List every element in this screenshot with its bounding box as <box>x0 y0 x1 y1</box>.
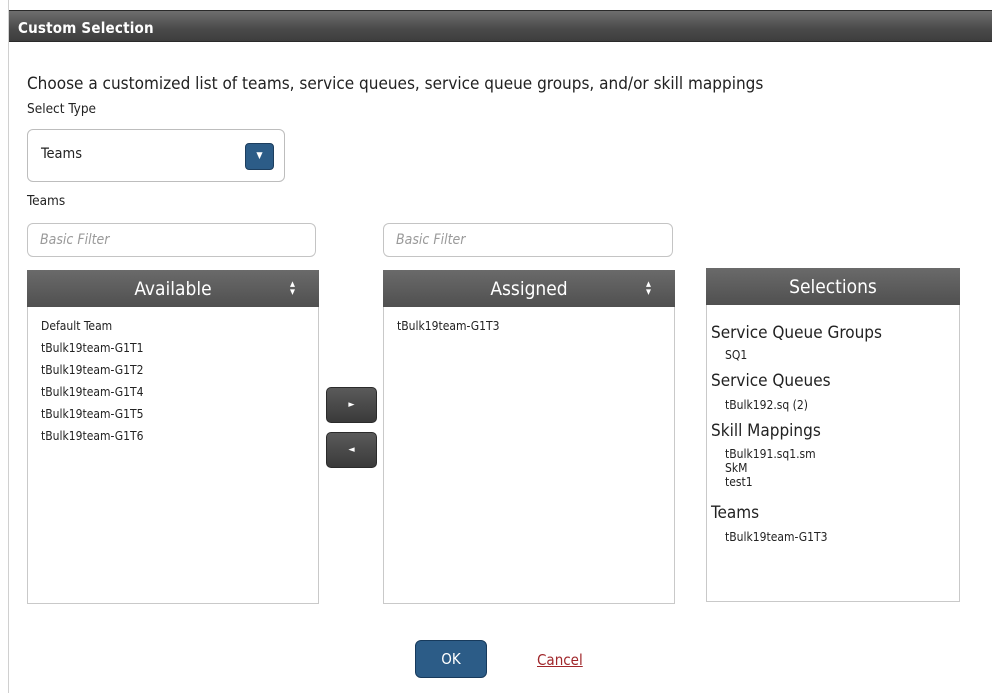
selection-item: tBulk191.sq1.sm <box>725 447 816 461</box>
selection-group-title: Skill Mappings <box>711 421 821 441</box>
selection-group-title: Service Queue Groups <box>711 323 882 343</box>
selections-header: Selections <box>706 268 960 305</box>
dialog-title: Custom Selection <box>18 19 154 37</box>
selections-panel: Selections Service Queue Groups SQ1 Serv… <box>706 268 960 602</box>
selections-header-label: Selections <box>789 275 877 298</box>
list-item[interactable]: tBulk19team-G1T3 <box>397 319 666 341</box>
select-type-label: Select Type <box>27 101 97 117</box>
selection-item: tBulk192.sq (2) <box>725 398 808 412</box>
cancel-link[interactable]: Cancel <box>537 651 583 669</box>
titlebar-tab-line <box>9 42 169 45</box>
available-header[interactable]: Available ▴ ▾ <box>27 270 319 307</box>
dropdown-toggle-button[interactable]: ▼ <box>245 143 274 170</box>
triangle-left-icon: ◄ <box>348 445 355 455</box>
selection-group-title: Teams <box>711 503 760 523</box>
list-label: Teams <box>27 193 66 209</box>
list-item[interactable]: tBulk19team-G1T1 <box>41 341 310 363</box>
select-type-value: Teams <box>41 146 83 162</box>
move-left-button[interactable]: ◄ <box>326 432 377 468</box>
list-item[interactable]: tBulk19team-G1T5 <box>41 407 310 429</box>
selection-item: SkM <box>725 461 748 475</box>
assigned-header-label: Assigned <box>490 277 568 300</box>
list-item[interactable]: tBulk19team-G1T2 <box>41 363 310 385</box>
list-item[interactable]: tBulk19team-G1T4 <box>41 385 310 407</box>
selections-list: Service Queue Groups SQ1 Service Queues … <box>711 323 953 553</box>
select-type-dropdown[interactable]: Teams ▼ <box>27 129 285 182</box>
list-item[interactable]: Default Team <box>41 319 310 341</box>
assigned-list: tBulk19team-G1T3 <box>397 319 666 341</box>
triangle-right-icon: ► <box>348 400 355 410</box>
available-list: Default Team tBulk19team-G1T1 tBulk19tea… <box>41 319 310 451</box>
sort-icon[interactable]: ▴ ▾ <box>646 278 651 297</box>
selection-group: Service Queues tBulk192.sq (2) <box>711 371 953 413</box>
selection-group: Skill Mappings tBulk191.sq1.sm SkM test1 <box>711 421 953 489</box>
list-item[interactable]: tBulk19team-G1T6 <box>41 429 310 451</box>
selection-group: Service Queue Groups SQ1 <box>711 323 953 363</box>
selection-item: SQ1 <box>725 348 748 362</box>
selection-group: Teams tBulk19team-G1T3 <box>711 503 953 545</box>
sort-icon[interactable]: ▴ ▾ <box>290 278 295 297</box>
titlebar-tab-line <box>286 43 494 44</box>
selection-group-title: Service Queues <box>711 371 831 391</box>
available-panel: Available ▴ ▾ Default Team tBulk19team-G1… <box>27 270 319 604</box>
selection-item: test1 <box>725 475 753 489</box>
chevron-down-icon: ▼ <box>256 151 263 161</box>
assigned-filter-input[interactable] <box>383 223 673 257</box>
available-header-label: Available <box>134 277 212 300</box>
intro-text: Choose a customized list of teams, servi… <box>27 74 764 94</box>
move-right-button[interactable]: ► <box>326 387 377 423</box>
assigned-header[interactable]: Assigned ▴ ▾ <box>383 270 675 307</box>
available-filter-input[interactable] <box>27 223 316 257</box>
ok-button[interactable]: OK <box>415 640 487 678</box>
dialog-titlebar: Custom Selection <box>9 10 992 45</box>
assigned-panel: Assigned ▴ ▾ tBulk19team-G1T3 <box>383 270 675 604</box>
custom-selection-dialog: Custom Selection Choose a customized lis… <box>8 0 992 693</box>
selection-item: tBulk19team-G1T3 <box>725 530 828 544</box>
